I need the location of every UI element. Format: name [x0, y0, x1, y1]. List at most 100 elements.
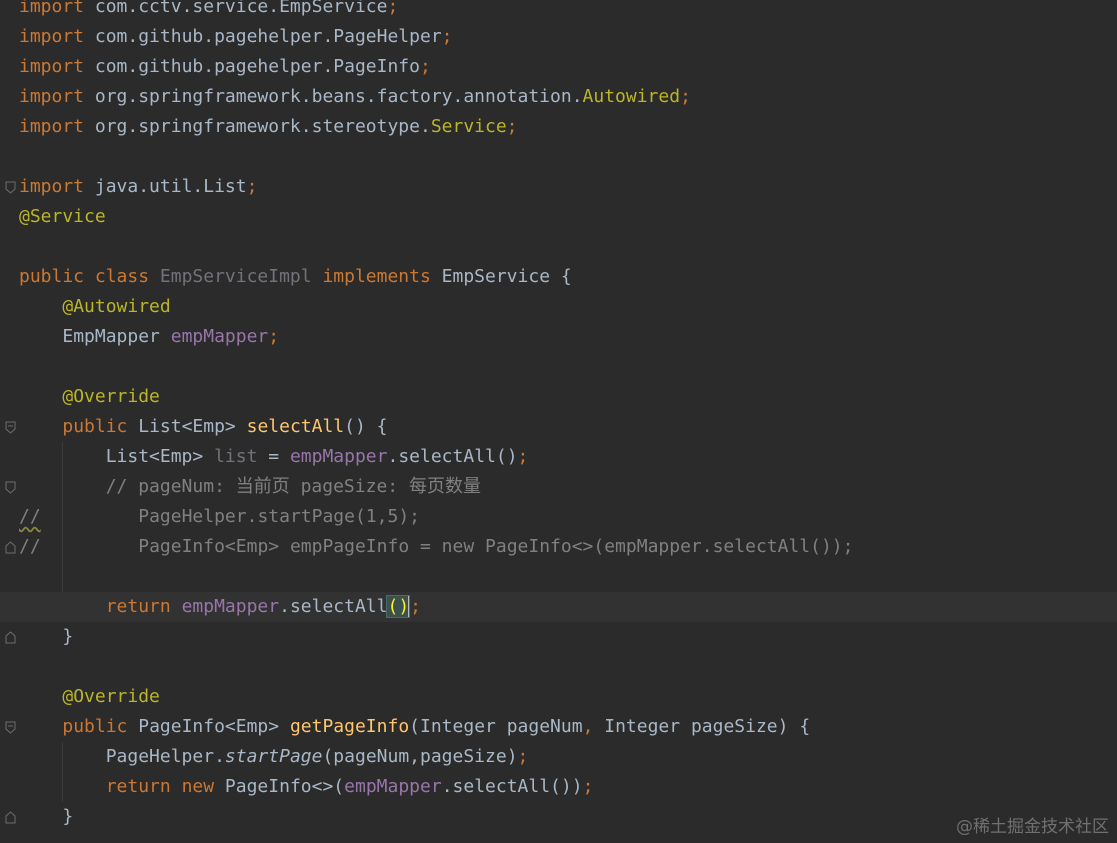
- fold-marker-icon[interactable]: [5, 181, 16, 194]
- method-name: getPageInfo: [289, 716, 410, 737]
- fold-marker-icon[interactable]: [5, 811, 16, 824]
- comment-prefix: //: [19, 506, 41, 527]
- autowired-annotation: @Autowired: [62, 296, 171, 317]
- import-path: com.cctv.service.EmpService: [84, 0, 388, 17]
- code-line[interactable]: public class EmpServiceImpl implements E…: [0, 262, 1117, 292]
- fold-marker-icon[interactable]: [5, 541, 16, 554]
- code-line[interactable]: import org.springframework.beans.factory…: [0, 82, 1117, 112]
- line-comment: // pageNum: 当前页 pageSize: 每页数量: [105, 476, 481, 497]
- code-line[interactable]: // pageNum: 当前页 pageSize: 每页数量: [0, 472, 1117, 502]
- code-line[interactable]: @Service: [0, 202, 1117, 232]
- code-area[interactable]: import com.cctv.service.EmpService; impo…: [0, 0, 1117, 832]
- code-line[interactable]: }: [0, 802, 1117, 832]
- keyword-new: new: [181, 776, 225, 797]
- field-ref: empMapper: [289, 446, 388, 467]
- import-path: org.springframework.beans.factory.annota…: [84, 86, 583, 107]
- semicolon: ;: [246, 176, 258, 197]
- static-method: startPage: [224, 746, 323, 767]
- keyword-public: public: [19, 266, 85, 287]
- method-call: .selectAll(): [387, 446, 518, 467]
- code-line[interactable]: [0, 652, 1117, 682]
- code-line[interactable]: import com.github.pagehelper.PageInfo;: [0, 52, 1117, 82]
- method-params: () {: [344, 416, 388, 437]
- code-line[interactable]: [0, 232, 1117, 262]
- keyword-class: class: [84, 266, 160, 287]
- semicolon: ;: [680, 86, 691, 107]
- code-line[interactable]: // PageHelper.startPage(1,5);: [0, 502, 1117, 532]
- commented-code: PageHelper.startPage(1,5);: [138, 506, 420, 527]
- semicolon: ;: [387, 0, 399, 17]
- fold-marker-icon[interactable]: [5, 481, 16, 494]
- semicolon: ;: [410, 596, 422, 617]
- code-line[interactable]: @Autowired: [0, 292, 1117, 322]
- semicolon: ;: [517, 746, 529, 767]
- keyword-public: public: [62, 416, 128, 437]
- code-line[interactable]: EmpMapper empMapper;: [0, 322, 1117, 352]
- override-annotation: @Override: [62, 686, 160, 707]
- var-type: List<Emp>: [105, 446, 215, 467]
- method-param-1: (Integer pageNum: [409, 716, 583, 737]
- code-line[interactable]: [0, 562, 1117, 592]
- code-line[interactable]: [0, 352, 1117, 382]
- code-line[interactable]: // PageInfo<Emp> empPageInfo = new PageI…: [0, 532, 1117, 562]
- code-line[interactable]: public PageInfo<Emp> getPageInfo(Integer…: [0, 712, 1117, 742]
- semicolon: ;: [419, 56, 431, 77]
- import-class-annotation: Service: [430, 116, 507, 137]
- import-class-annotation: Autowired: [582, 86, 681, 107]
- import-path: com.github.pagehelper.PageInfo: [84, 56, 420, 77]
- field-ref: empMapper: [181, 596, 280, 617]
- code-line[interactable]: import java.util.List;: [0, 172, 1117, 202]
- code-line[interactable]: @Override: [0, 382, 1117, 412]
- assign: =: [257, 446, 290, 467]
- return-type: List<Emp>: [127, 416, 247, 437]
- matched-brackets: (): [386, 595, 411, 618]
- field-name: empMapper: [170, 326, 269, 347]
- import-path: com.github.pagehelper.PageHelper: [84, 26, 442, 47]
- field-type: EmpMapper: [62, 326, 171, 347]
- commented-code: PageInfo<Emp> empPageInfo = new PageInfo…: [138, 536, 854, 557]
- fold-marker-icon[interactable]: [5, 421, 16, 434]
- import-path: java.util.List: [84, 176, 247, 197]
- method-call: .selectAll()): [441, 776, 583, 797]
- method-param-2: Integer pageSize) {: [604, 716, 811, 737]
- current-code-line[interactable]: return empMapper.selectAll();: [0, 592, 1117, 622]
- keyword-import: import: [19, 176, 85, 197]
- code-editor[interactable]: import com.cctv.service.EmpService; impo…: [0, 0, 1117, 843]
- code-line[interactable]: [0, 142, 1117, 172]
- closing-brace: }: [62, 626, 74, 647]
- code-line[interactable]: import com.cctv.service.EmpService;: [0, 0, 1117, 22]
- interface-name: EmpService {: [441, 266, 572, 287]
- method-name: selectAll: [246, 416, 345, 437]
- method-call: .selectAll: [279, 596, 388, 617]
- fold-marker-icon[interactable]: [5, 631, 16, 644]
- watermark: @稀土掘金技术社区: [956, 817, 1109, 837]
- code-line[interactable]: import org.springframework.stereotype.Se…: [0, 112, 1117, 142]
- keyword-import: import: [19, 56, 85, 77]
- method-args: (pageNum,pageSize): [322, 746, 518, 767]
- keyword-return: return: [105, 776, 182, 797]
- semicolon: ;: [506, 116, 518, 137]
- service-annotation: @Service: [19, 206, 106, 227]
- code-line[interactable]: @Override: [0, 682, 1117, 712]
- code-line[interactable]: import com.github.pagehelper.PageHelper;: [0, 22, 1117, 52]
- semicolon: ;: [582, 776, 594, 797]
- field-ref: empMapper: [344, 776, 442, 797]
- code-line[interactable]: public List<Emp> selectAll() {: [0, 412, 1117, 442]
- code-line[interactable]: return new PageInfo<>(empMapper.selectAl…: [0, 772, 1117, 802]
- comment-prefix: //: [19, 536, 41, 557]
- code-line[interactable]: }: [0, 622, 1117, 652]
- indent-guide: [62, 562, 63, 592]
- class-name: EmpServiceImpl: [159, 266, 312, 287]
- keyword-import: import: [19, 0, 85, 17]
- class-ref: PageHelper.: [105, 746, 225, 767]
- closing-brace: }: [62, 806, 74, 827]
- param-comma: ,: [582, 716, 605, 737]
- code-line[interactable]: PageHelper.startPage(pageNum,pageSize);: [0, 742, 1117, 772]
- code-line[interactable]: List<Emp> list = empMapper.selectAll();: [0, 442, 1117, 472]
- keyword-import: import: [19, 86, 85, 107]
- keyword-import: import: [19, 116, 85, 137]
- fold-marker-icon[interactable]: [5, 721, 16, 734]
- import-path: org.springframework.stereotype.: [84, 116, 431, 137]
- keyword-import: import: [19, 26, 85, 47]
- override-annotation: @Override: [62, 386, 160, 407]
